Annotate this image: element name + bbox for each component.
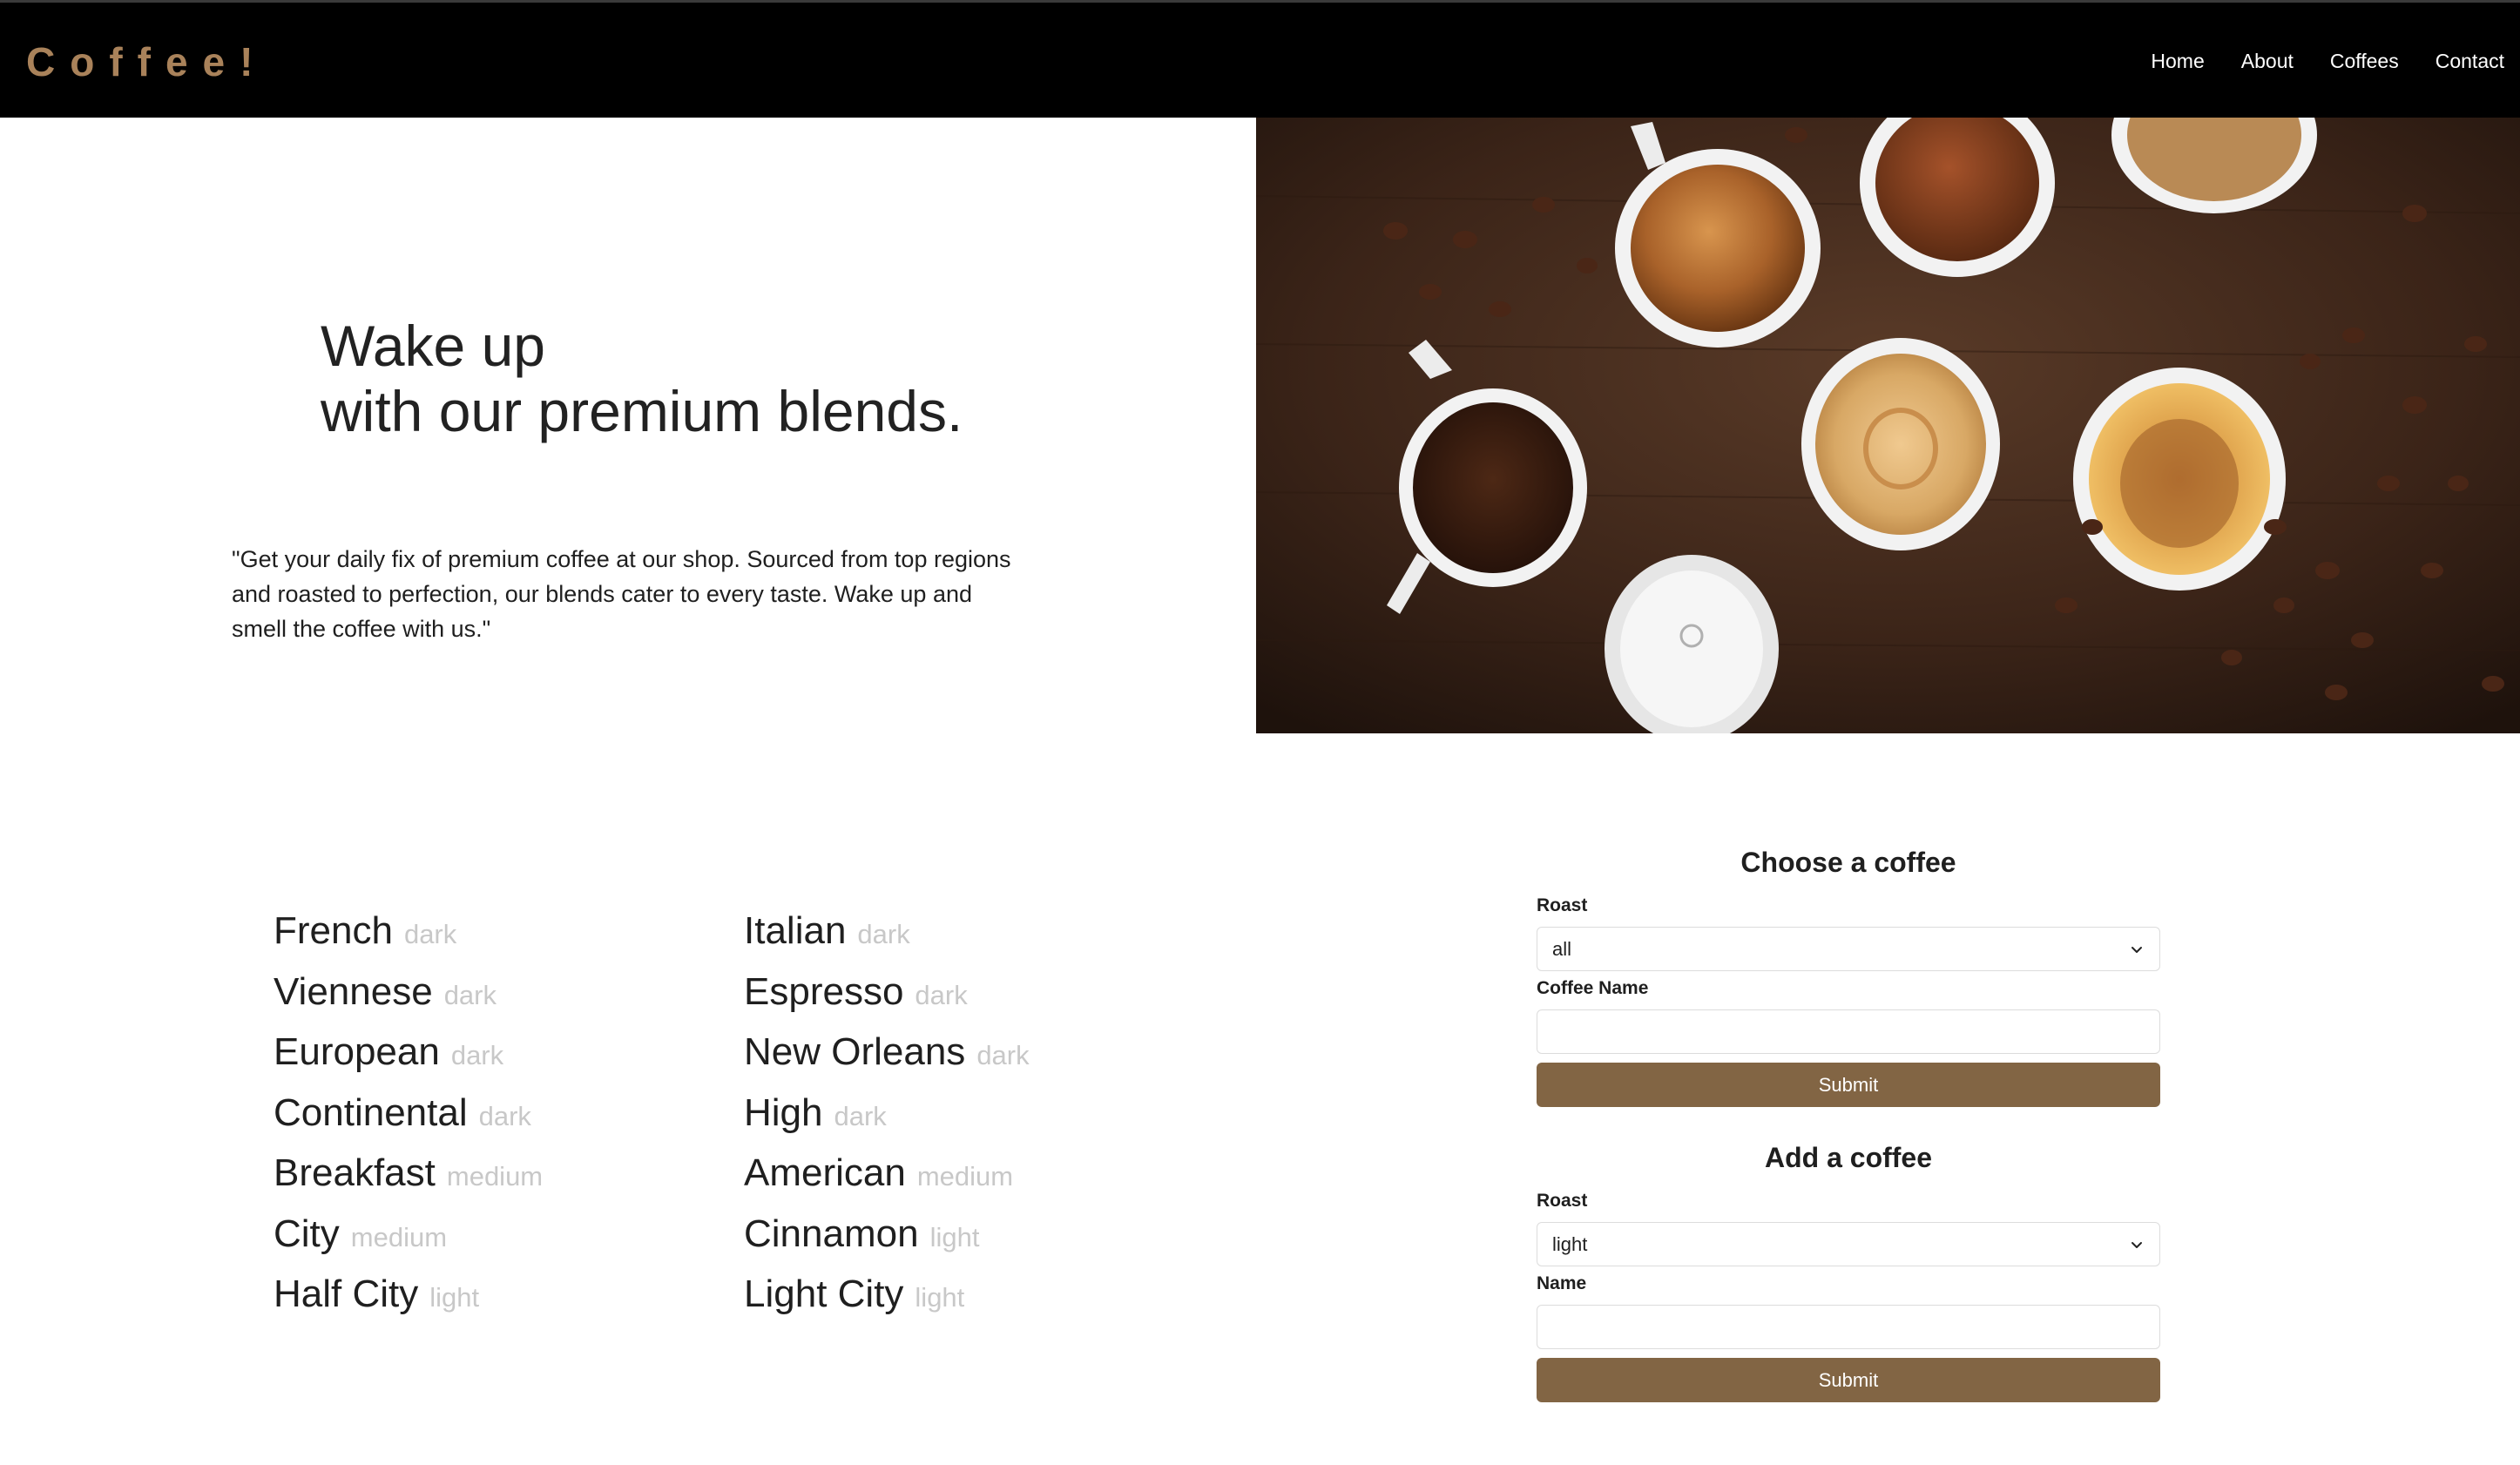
roast-label: Roast	[1537, 1191, 1588, 1211]
coffee-roast: light	[429, 1282, 480, 1313]
hero-heading: Wake up with our premium blends.	[321, 314, 963, 444]
list-item: New Orleans dark	[744, 1030, 1057, 1091]
coffee-name: New Orleans	[744, 1030, 966, 1073]
list-item: American medium	[744, 1151, 1057, 1212]
coffee-list: French dark Viennese dark European dark Con…	[274, 909, 1057, 1333]
coffee-name: Breakfast	[274, 1151, 436, 1194]
list-item: City medium	[274, 1212, 744, 1273]
add-submit-button[interactable]: Submit	[1537, 1358, 2160, 1402]
coffee-name: Half City	[274, 1273, 419, 1315]
add-name-input[interactable]	[1537, 1305, 2160, 1349]
coffee-roast: dark	[450, 1040, 504, 1070]
add-roast-select-value: light	[1552, 1233, 1588, 1255]
coffee-roast: medium	[446, 1161, 544, 1192]
list-item: Italian dark	[744, 909, 1057, 970]
coffee-roast: dark	[403, 919, 457, 949]
coffee-roast: medium	[916, 1161, 1014, 1192]
hero-heading-line-2: with our premium blends.	[321, 379, 963, 443]
list-item: High dark	[744, 1091, 1057, 1152]
coffee-roast: light	[915, 1282, 965, 1313]
coffee-cups-photo	[1256, 118, 2520, 733]
coffee-name: French	[274, 909, 393, 952]
coffee-name: American	[744, 1151, 906, 1194]
coffee-roast: dark	[857, 919, 910, 949]
coffee-name-input[interactable]	[1537, 1009, 2160, 1054]
add-roast-select[interactable]: light	[1537, 1222, 2160, 1266]
chevron-down-icon	[2132, 947, 2142, 953]
nav-link-coffees[interactable]: Coffees	[2330, 48, 2399, 74]
brand-logo[interactable]: Coffee!	[26, 36, 267, 88]
coffee-roast: dark	[976, 1040, 1030, 1070]
list-item: Breakfast medium	[274, 1151, 744, 1212]
list-item: French dark	[274, 909, 744, 970]
nav-link-contact[interactable]: Contact	[2436, 48, 2504, 74]
list-item: European dark	[274, 1030, 744, 1091]
hero-heading-line-1: Wake up	[321, 314, 546, 378]
main-nav: Home About Coffees Contact	[2151, 48, 2504, 74]
choose-submit-button[interactable]: Submit	[1537, 1063, 2160, 1107]
list-item: Light City light	[744, 1273, 1057, 1333]
coffee-roast: dark	[443, 979, 497, 1010]
roast-select-value: all	[1552, 938, 1572, 960]
list-item: Half City light	[274, 1273, 744, 1333]
nav-link-home[interactable]: Home	[2151, 48, 2204, 74]
list-item: Cinnamon light	[744, 1212, 1057, 1273]
top-navbar: Coffee! Home About Coffees Contact	[0, 0, 2520, 118]
roast-label: Roast	[1537, 895, 1588, 915]
coffee-roast: medium	[350, 1221, 448, 1252]
chevron-down-icon	[2132, 1242, 2142, 1248]
choose-coffee-form: Choose a coffee Roast all Coffee Name Su…	[1537, 836, 2160, 1107]
coffee-name: Light City	[744, 1273, 904, 1315]
coffee-cups-illustration	[1256, 118, 2520, 733]
add-coffee-form: Add a coffee Roast light Name Submit	[1537, 1131, 2160, 1402]
coffee-name: European	[274, 1030, 440, 1073]
coffee-roast: light	[929, 1221, 980, 1252]
add-coffee-title: Add a coffee	[1764, 1142, 1933, 1173]
list-item: Viennese dark	[274, 970, 744, 1031]
coffee-name: Italian	[744, 909, 847, 952]
coffee-name: Continental	[274, 1090, 468, 1134]
coffee-name: City	[274, 1212, 340, 1255]
list-item: Espresso dark	[744, 970, 1057, 1031]
roast-select[interactable]: all	[1537, 927, 2160, 971]
coffee-name: Cinnamon	[744, 1212, 919, 1255]
coffee-roast: dark	[834, 1100, 887, 1131]
coffee-name: Espresso	[744, 969, 904, 1013]
forms-panel: Choose a coffee Roast all Coffee Name Su…	[1537, 836, 2160, 1402]
coffee-name: Viennese	[274, 969, 433, 1013]
list-item: Continental dark	[274, 1091, 744, 1152]
choose-coffee-title: Choose a coffee	[1740, 847, 1956, 878]
coffee-roast: dark	[915, 979, 968, 1010]
coffee-name-label: Coffee Name	[1537, 978, 1649, 998]
name-label: Name	[1537, 1273, 1587, 1293]
nav-link-about[interactable]: About	[2241, 48, 2294, 74]
hero-description: "Get your daily fix of premium coffee at…	[232, 546, 1011, 642]
coffee-roast: dark	[478, 1100, 531, 1131]
coffee-name: High	[744, 1090, 823, 1134]
